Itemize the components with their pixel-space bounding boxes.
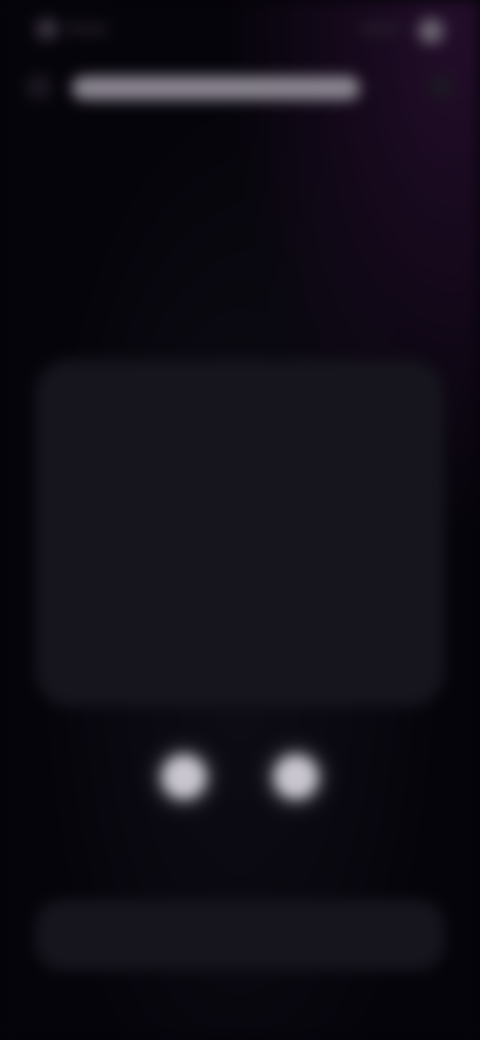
url-bar[interactable] [72,76,360,100]
status-indicator-right [360,26,400,32]
status-indicator [64,26,108,32]
primary-action-button[interactable] [36,900,444,970]
right-control-button[interactable] [274,755,318,799]
status-dot-icon [36,18,58,40]
profile-dot-icon[interactable] [418,18,444,44]
left-control-button[interactable] [162,755,206,799]
app-screen [0,0,480,1040]
preview-card [36,360,444,706]
navigation-bar [0,62,480,112]
menu-icon[interactable] [430,76,452,98]
back-icon[interactable] [28,76,50,98]
